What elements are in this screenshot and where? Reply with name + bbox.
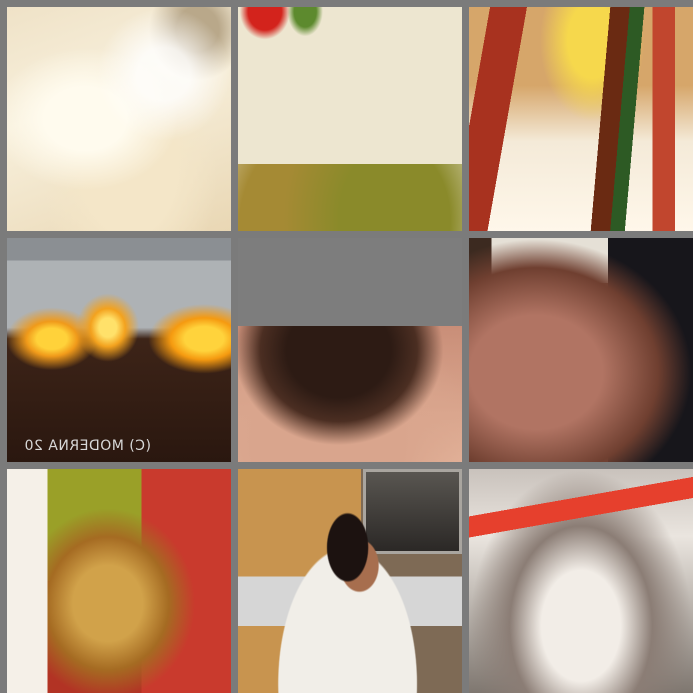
photo-tile-condiments [469,7,693,231]
watermark-text: (C) MODERNA 20 [24,438,151,454]
photo-tile-plate-sauce [238,7,462,231]
photo-tile-hair [238,238,462,462]
photo-tile-glass-jar [469,469,693,693]
hair-photo [238,326,462,462]
photo-tile-fire-pit: (C) MODERNA 20 [7,238,231,462]
person [266,511,436,693]
photo-tile-mashed-potatoes [7,7,231,231]
photo-tile-shoulder [469,238,693,462]
photo-tile-kitchen [238,469,462,693]
photo-tile-woman-long-hair [7,469,231,693]
